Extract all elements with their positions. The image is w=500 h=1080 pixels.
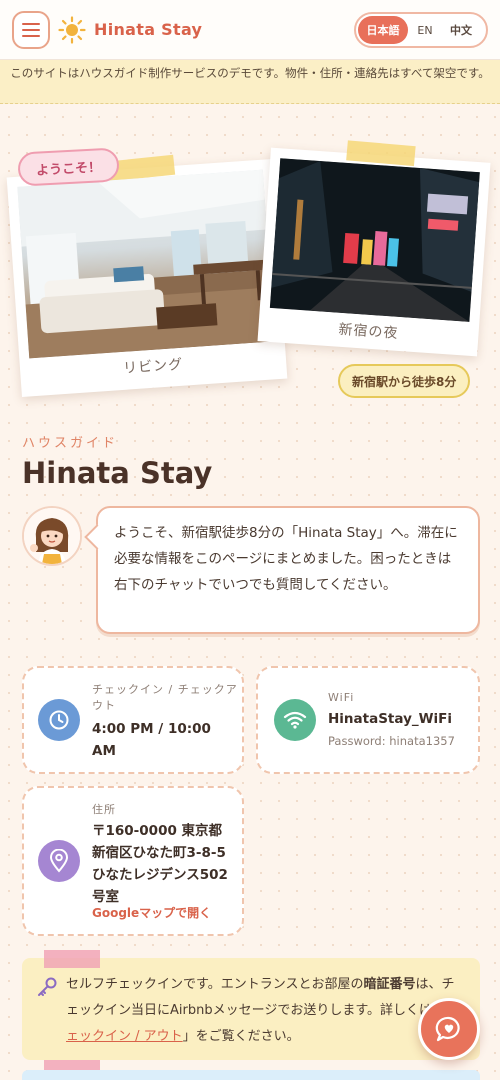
next-section-edge [22, 1070, 480, 1080]
key-icon [38, 977, 57, 996]
checkin-card: チェックイン / チェックアウト 4:00 PM / 10:00 AM [22, 666, 244, 774]
pin-code-emphasis: 暗証番号 [363, 977, 416, 992]
living-room-image [17, 169, 275, 359]
app-header: Hinata Stay 日本語 EN 中文 [0, 0, 500, 60]
wifi-network-name[interactable]: HinataStay_WiFi [328, 708, 452, 730]
walking-distance-tag: 新宿駅から徒歩8分 [338, 364, 471, 398]
language-switcher: 日本語 EN 中文 [354, 12, 488, 48]
menu-button[interactable] [12, 11, 50, 49]
google-maps-link[interactable]: Googleマップで開く [92, 904, 211, 921]
wifi-icon [274, 699, 316, 741]
lang-option-en[interactable]: EN [408, 16, 442, 44]
map-pin-icon [38, 840, 80, 882]
address-label: 住所 [92, 803, 116, 816]
welcome-tag: ようこそ！ [17, 147, 120, 187]
section-eyebrow: ハウスガイド [22, 436, 119, 451]
page-title: Hinata Stay [22, 456, 213, 490]
clock-icon [38, 699, 80, 741]
chat-heart-icon [435, 1016, 460, 1042]
wifi-label: WiFi [328, 691, 355, 704]
address-card: 住所 〒160-0000 東京都新宿区ひなた町3-8-5 ひなたレジデンス502… [22, 786, 244, 936]
host-avatar [22, 506, 82, 566]
sun-icon [58, 16, 86, 44]
lang-option-zh[interactable]: 中文 [442, 16, 480, 44]
demo-notice-banner: このサイトはハウスガイド制作サービスのデモです。物件・住所・連絡先はすべて架空で… [0, 60, 500, 104]
lang-option-ja[interactable]: 日本語 [358, 16, 408, 44]
chat-button[interactable] [418, 998, 480, 1060]
checkin-value: 4:00 PM / 10:00 AM [92, 721, 211, 759]
address-value: 〒160-0000 東京都新宿区ひなた町3-8-5 ひなたレジデンス502号室 [92, 823, 228, 905]
shinjuku-night-image [269, 158, 480, 322]
checkin-label: チェックイン / チェックアウト [92, 683, 238, 712]
brand-name[interactable]: Hinata Stay [94, 20, 202, 39]
self-checkin-notice: セルフチェックインです。エントランスとお部屋の暗証番号は、チェックイン当日にAi… [22, 950, 480, 1060]
photo-living-room: リビング [6, 154, 288, 398]
photo-shinjuku-night: 新宿の夜 [257, 140, 491, 357]
welcome-message: ようこそ、新宿駅徒歩8分の「Hinata Stay」へ。滞在に必要な情報をこのペ… [96, 506, 480, 634]
wifi-password[interactable]: Password: hinata1357 [328, 734, 455, 748]
wifi-card[interactable]: WiFi HinataStay_WiFi Password: hinata135… [256, 666, 480, 774]
hamburger-icon [22, 23, 40, 25]
